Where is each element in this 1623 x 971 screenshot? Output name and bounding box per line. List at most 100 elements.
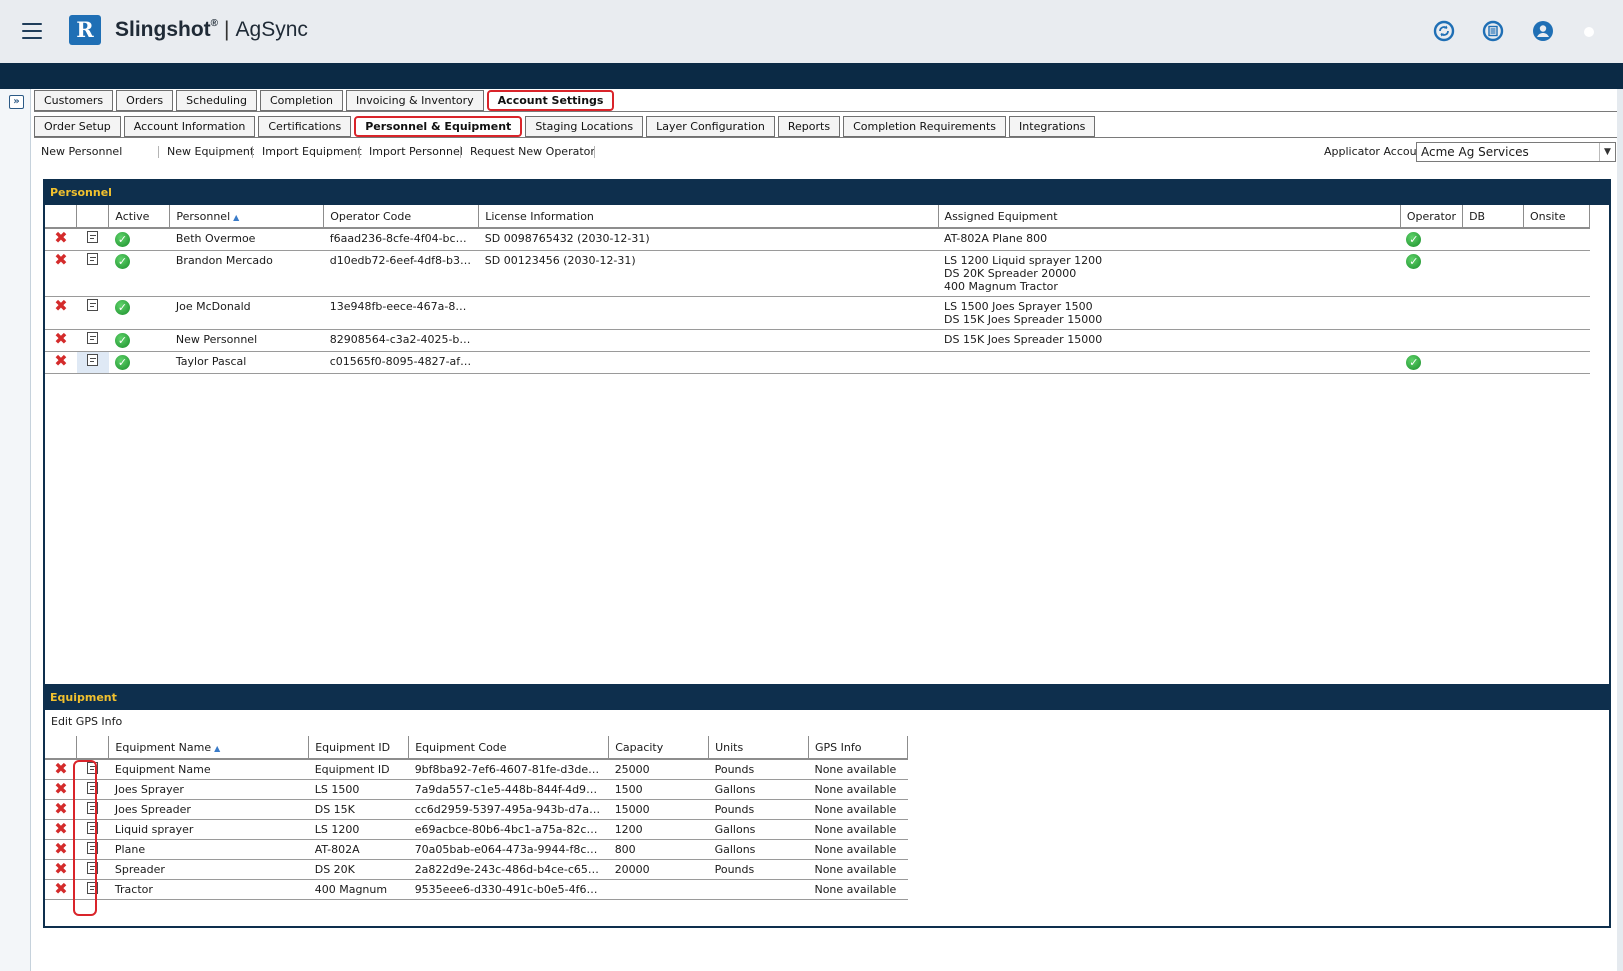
status-dot-icon <box>1584 27 1594 37</box>
edit-icon[interactable] <box>87 231 99 243</box>
delete-icon[interactable]: ✖ <box>54 860 67 879</box>
delete-icon[interactable]: ✖ <box>54 820 67 839</box>
units: Pounds <box>708 759 809 780</box>
col-active[interactable]: Active <box>108 205 171 229</box>
personnel-row[interactable]: ✖ ✓ Joe McDonald 13e948fb-eece-467a-8b04...… <box>45 296 1590 330</box>
new-equipment-link[interactable]: New Equipment <box>167 145 254 158</box>
right-scrollbar[interactable] <box>1617 89 1623 971</box>
edit-icon[interactable] <box>87 802 99 814</box>
active-check-icon: ✓ <box>114 355 130 370</box>
equipment-code: 2a822d9e-243c-486d-b4ce-c65f108... <box>414 863 603 876</box>
edit-icon[interactable] <box>87 862 99 874</box>
subtab-staging-locations[interactable]: Staging Locations <box>525 116 644 137</box>
subtab-integrations[interactable]: Integrations <box>1009 116 1096 137</box>
col-units[interactable]: Units <box>708 736 809 760</box>
edit-column-header <box>76 736 110 760</box>
col-equipment-code[interactable]: Equipment Code <box>408 736 610 760</box>
edit-icon[interactable] <box>87 782 99 794</box>
delete-icon[interactable]: ✖ <box>54 330 67 349</box>
menu-icon[interactable] <box>22 23 42 39</box>
col-personnel[interactable]: Personnel ▲ <box>169 205 325 229</box>
equipment-row[interactable]: ✖ Joes Spreader DS 15K cc6d2959-5397-495a-9… <box>45 799 908 820</box>
assigned-equipment-item: DS 20K Spreader 20000 <box>944 267 1077 280</box>
personnel-row[interactable]: ✖ ✓ Taylor Pascal c01565f0-8095-4827-afeb-.… <box>45 351 1590 374</box>
edit-icon[interactable] <box>87 762 99 774</box>
product-name: AgSync <box>235 18 308 41</box>
edit-icon[interactable] <box>87 882 99 894</box>
delete-icon[interactable]: ✖ <box>54 780 67 799</box>
equipment-row[interactable]: ✖ Plane AT-802A 70a05bab-e064-473a-9944-f8c… <box>45 839 908 860</box>
col-license-information[interactable]: License Information <box>478 205 939 229</box>
tab-customers[interactable]: Customers <box>34 90 114 111</box>
subtab-order-setup[interactable]: Order Setup <box>34 116 121 137</box>
gps-info: None available <box>808 819 908 840</box>
subtab-layer-configuration[interactable]: Layer Configuration <box>646 116 775 137</box>
toolbar-separator <box>359 146 360 158</box>
delete-icon[interactable]: ✖ <box>54 840 67 859</box>
col-operator-code[interactable]: Operator Code <box>323 205 480 229</box>
equipment-code-cell: e69acbce-80b6-4bc1-a75a-82cdfd5... <box>408 819 609 840</box>
tab-orders[interactable]: Orders <box>116 90 174 111</box>
equipment-row[interactable]: ✖ Equipment Name Equipment ID 9bf8ba92-7ef6… <box>45 759 908 780</box>
equipment-panel: Equipment Edit GPS Info Equipment Name ▲ … <box>43 684 1611 928</box>
edit-icon[interactable] <box>87 842 99 854</box>
col-capacity[interactable]: Capacity <box>608 736 710 760</box>
personnel-row[interactable]: ✖ ✓ Beth Overmoe f6aad236-8cfe-4f04-bc31-1.… <box>45 228 1590 251</box>
new-personnel-link[interactable]: New Personnel <box>41 145 122 158</box>
chevron-down-icon[interactable]: ▼ <box>1599 143 1615 161</box>
expand-panel-icon[interactable]: » <box>9 95 24 109</box>
import-equipment-link[interactable]: Import Equipment <box>262 145 362 158</box>
delete-icon[interactable]: ✖ <box>54 352 67 371</box>
personnel-row[interactable]: ✖ ✓ New Personnel 82908564-c3a2-4025-beb2..… <box>45 329 1590 352</box>
delete-icon[interactable]: ✖ <box>54 800 67 819</box>
edit-icon[interactable] <box>87 253 99 265</box>
tab-completion[interactable]: Completion <box>259 90 343 111</box>
edit-cell <box>76 779 109 800</box>
sync-icon[interactable] <box>1433 20 1455 42</box>
equipment-code: e69acbce-80b6-4bc1-a75a-82cdfd5... <box>414 823 603 836</box>
col-onsite[interactable]: Onsite <box>1523 205 1591 229</box>
operator-code: f6aad236-8cfe-4f04-bc31-1... <box>329 232 473 245</box>
user-icon[interactable] <box>1532 20 1554 42</box>
col-equipment-name[interactable]: Equipment Name ▲ <box>108 736 310 760</box>
delete-icon[interactable]: ✖ <box>54 228 67 247</box>
subtab-certifications[interactable]: Certifications <box>258 116 352 137</box>
equipment-row[interactable]: ✖ Tractor 400 Magnum 9535eee6-d330-491c-b0e… <box>45 879 908 900</box>
col-gps-info[interactable]: GPS Info <box>808 736 909 760</box>
active-cell: ✓ <box>108 228 170 251</box>
delete-column-header <box>45 736 78 760</box>
col-equipment-id[interactable]: Equipment ID <box>308 736 410 760</box>
delete-icon[interactable]: ✖ <box>54 759 67 778</box>
import-personnel-link[interactable]: Import Personnel <box>369 145 463 158</box>
col-assigned-equipment[interactable]: Assigned Equipment <box>938 205 1401 229</box>
subtab-reports[interactable]: Reports <box>777 116 841 137</box>
edit-icon[interactable] <box>87 822 99 834</box>
col-operator[interactable]: Operator <box>1400 205 1464 229</box>
db-cell <box>1462 250 1524 297</box>
equipment-row[interactable]: ✖ Joes Sprayer LS 1500 7a9da557-c1e5-448b-8… <box>45 779 908 800</box>
tab-account-settings[interactable]: Account Settings <box>486 90 615 111</box>
subtab-personnel-and-equipment[interactable]: Personnel & Equipment <box>354 116 523 137</box>
personnel-row[interactable]: ✖ ✓ Brandon Mercado d10edb72-6eef-4df8-b35b… <box>45 250 1590 297</box>
edit-icon[interactable] <box>87 332 99 344</box>
subtab-completion-requirements[interactable]: Completion Requirements <box>843 116 1007 137</box>
equipment-row[interactable]: ✖ Liquid sprayer LS 1200 e69acbce-80b6-4bc1… <box>45 819 908 840</box>
tab-invoicing-and-inventory[interactable]: Invoicing & Inventory <box>345 90 484 111</box>
col-db[interactable]: DB <box>1462 205 1524 229</box>
delete-cell: ✖ <box>45 779 77 800</box>
edit-gps-info-link[interactable]: Edit GPS Info <box>45 710 122 734</box>
applicator-account-select[interactable]: Acme Ag Services ▼ <box>1416 142 1616 162</box>
operator-check-icon: ✓ <box>1406 355 1422 370</box>
subtab-account-information[interactable]: Account Information <box>123 116 256 137</box>
delete-icon[interactable]: ✖ <box>54 880 67 899</box>
tab-scheduling[interactable]: Scheduling <box>176 90 257 111</box>
delete-icon[interactable]: ✖ <box>54 297 67 316</box>
list-icon[interactable] <box>1482 20 1504 42</box>
equipment-code-cell: 2a822d9e-243c-486d-b4ce-c65f108... <box>408 859 609 880</box>
equipment-code: 9bf8ba92-7ef6-4607-81fe-d3dea6ca... <box>414 763 603 776</box>
request-new-operator-link[interactable]: Request New Operator <box>470 145 595 158</box>
edit-icon[interactable] <box>87 354 99 366</box>
edit-icon[interactable] <box>87 299 99 311</box>
delete-icon[interactable]: ✖ <box>54 251 67 270</box>
equipment-row[interactable]: ✖ Spreader DS 20K 2a822d9e-243c-486d-b4ce-c… <box>45 859 908 880</box>
